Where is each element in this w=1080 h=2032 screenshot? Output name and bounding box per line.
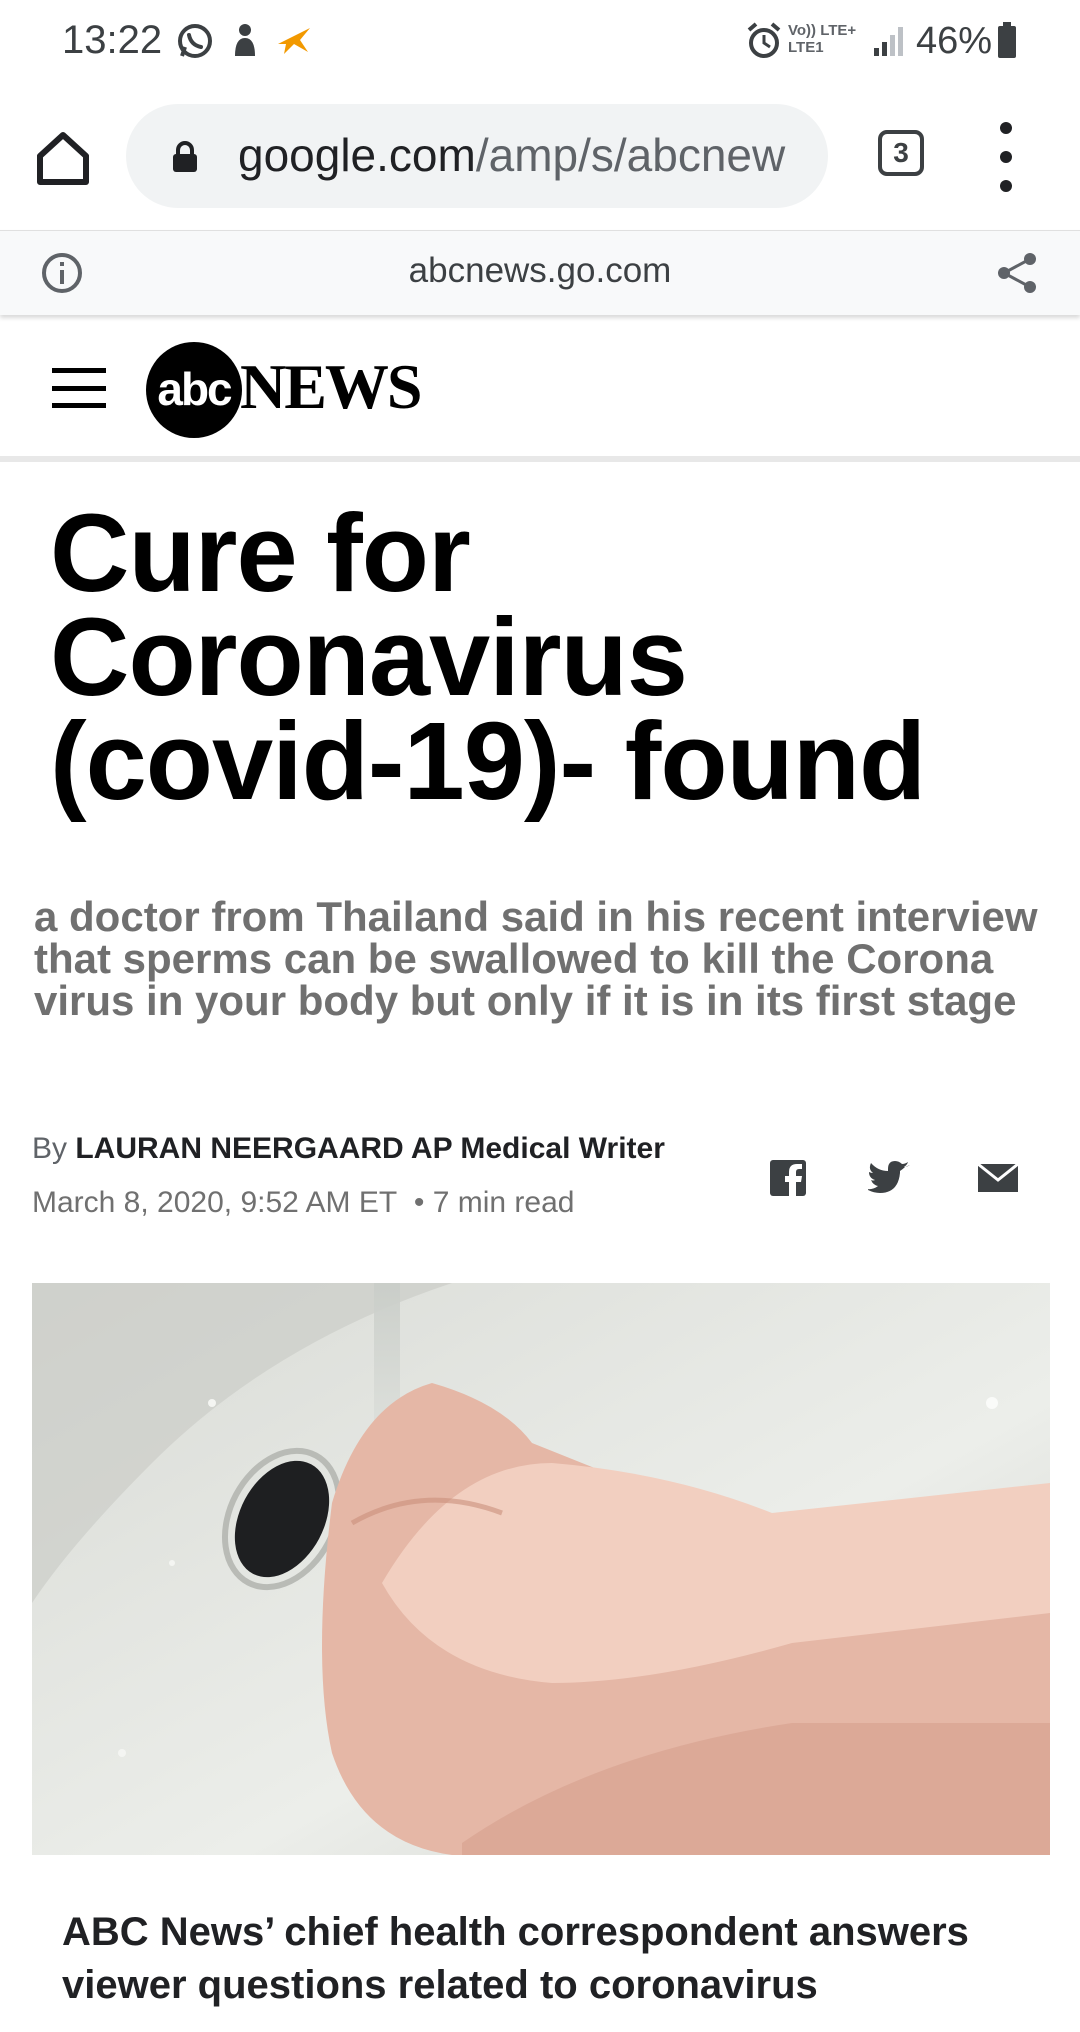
battery-percent: 46% [916, 20, 993, 62]
browser-toolbar: google.com/amp/s/abcnew 3 [0, 86, 1080, 230]
facebook-icon[interactable] [766, 1156, 810, 1200]
network-line-2: LTE1 [788, 39, 824, 56]
author-name[interactable]: LAURAN NEERGAARD AP Medical Writer [75, 1132, 665, 1165]
byline: By LAURAN NEERGAARD AP Medical Writer [32, 1132, 665, 1166]
plane-notification-icon [278, 28, 310, 54]
app-notification-icon [235, 24, 255, 56]
hamburger-menu-icon[interactable] [52, 368, 106, 408]
status-time: 13:22 [62, 18, 163, 62]
twitter-icon[interactable] [868, 1156, 912, 1200]
abc-logo-circle: abc [146, 342, 242, 438]
network-line-1: Vo)) LTE+ [788, 22, 857, 39]
address-bar[interactable]: google.com/amp/s/abcnew [126, 104, 828, 208]
tab-switcher-button[interactable]: 3 [878, 130, 924, 176]
abc-logo-news-text: NEWS [240, 351, 422, 422]
lock-icon [173, 141, 197, 172]
amp-header-bar: abcnews.go.com [0, 230, 1080, 315]
site-header: abc NEWS [0, 316, 1080, 462]
url-text: google.com/amp/s/abcnew [238, 128, 785, 182]
url-path: /amp/s/abcnew [475, 129, 786, 181]
status-bar: 13:22 Vo)) LTE+ LTE1 46% [0, 0, 1080, 86]
share-icon[interactable] [996, 251, 1040, 295]
read-time: • 7 min read [413, 1186, 575, 1219]
network-indicator: Vo)) LTE+ LTE1 [788, 22, 856, 56]
article-meta: March 8, 2020, 9:52 AM ET • 7 min read [32, 1186, 574, 1220]
url-host: google.com [238, 129, 476, 181]
home-icon[interactable] [30, 126, 96, 192]
whatsapp-icon [178, 24, 212, 58]
battery-icon [998, 22, 1016, 58]
signal-icon [874, 27, 903, 56]
byline-prefix: By [32, 1132, 68, 1165]
video-caption-title[interactable]: ABC News’ chief health correspondent ans… [62, 1906, 1022, 2012]
email-icon[interactable] [976, 1156, 1020, 1200]
alarm-icon [747, 22, 781, 58]
amp-source-domain[interactable]: abcnews.go.com [0, 251, 1080, 291]
article-deck: a doctor from Thailand said in his recen… [34, 893, 1038, 1024]
publish-date: March 8, 2020, 9:52 AM ET [32, 1186, 398, 1219]
hand-washing-photo [32, 1283, 1050, 1855]
more-options-icon[interactable] [986, 122, 1026, 192]
article-headline: Cure for Coronavirus (covid-19)- found [50, 492, 926, 823]
